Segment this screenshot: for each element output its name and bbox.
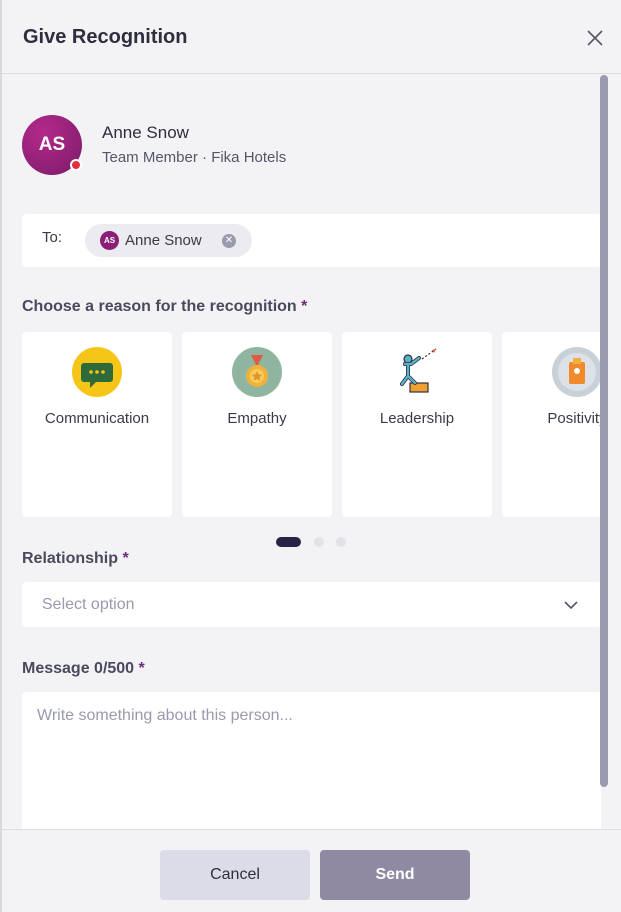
user-role: Team Member · Fika Hotels [102, 149, 287, 166]
recipient-field[interactable]: To: AS Anne Snow ✕ [22, 214, 601, 267]
message-label: Message 0/500 * [22, 660, 145, 678]
user-name: Anne Snow [102, 123, 189, 142]
climbing-person-icon [400, 348, 437, 393]
send-button[interactable]: Send [320, 850, 470, 900]
speech-bubble-icon [72, 347, 122, 397]
status-indicator [70, 159, 82, 171]
chevron-down-icon [564, 601, 578, 610]
close-button[interactable] [585, 28, 605, 48]
panel-footer: Cancel Send [2, 829, 621, 912]
message-label-text: Message 0/500 [22, 660, 135, 677]
medal-icon [232, 347, 282, 397]
reason-label: Choose a reason for the recognition * [22, 298, 307, 316]
pagination-dot[interactable] [336, 537, 346, 547]
pagination-dot[interactable] [314, 537, 324, 547]
chip-name: Anne Snow [125, 232, 202, 249]
recipient-chip: AS Anne Snow ✕ [85, 224, 252, 257]
required-mark: * [301, 298, 308, 315]
to-label: To: [42, 229, 63, 246]
reason-card-label: Positivity [547, 410, 601, 427]
reason-card-empathy[interactable]: Empathy [182, 332, 332, 517]
scroll-area[interactable]: AS Anne Snow Team Member · Fika Hotels T… [2, 75, 621, 830]
required-mark: * [138, 660, 145, 677]
positivity-icon [552, 347, 601, 397]
relationship-label-text: Relationship [22, 550, 119, 567]
close-icon [587, 30, 603, 46]
scrollbar[interactable] [600, 75, 608, 787]
reason-card-leadership[interactable]: Leadership [342, 332, 492, 517]
reason-card-label: Empathy [227, 410, 287, 427]
chip-avatar: AS [100, 231, 119, 250]
page-title: Give Recognition [23, 26, 188, 48]
remove-recipient-button[interactable]: ✕ [222, 234, 236, 248]
pagination-dot-active[interactable] [276, 537, 301, 547]
panel-header: Give Recognition [2, 0, 621, 74]
message-input[interactable] [22, 692, 601, 830]
reason-label-text: Choose a reason for the recognition [22, 298, 297, 315]
cancel-button[interactable]: Cancel [160, 850, 310, 900]
relationship-label: Relationship * [22, 550, 129, 568]
reason-carousel: Communication Empathy Leadership Positiv… [22, 332, 601, 517]
relationship-select[interactable]: Select option [22, 582, 601, 627]
reason-card-label: Leadership [379, 410, 455, 427]
give-recognition-panel: Give Recognition AS Anne Snow Team Membe… [0, 0, 621, 912]
required-mark: * [122, 550, 129, 567]
reason-card-positivity[interactable]: Positivity [502, 332, 601, 517]
select-placeholder: Select option [42, 596, 135, 613]
reason-card-communication[interactable]: Communication [22, 332, 172, 517]
carousel-pagination [276, 536, 356, 547]
reason-card-label: Communication [44, 410, 150, 427]
